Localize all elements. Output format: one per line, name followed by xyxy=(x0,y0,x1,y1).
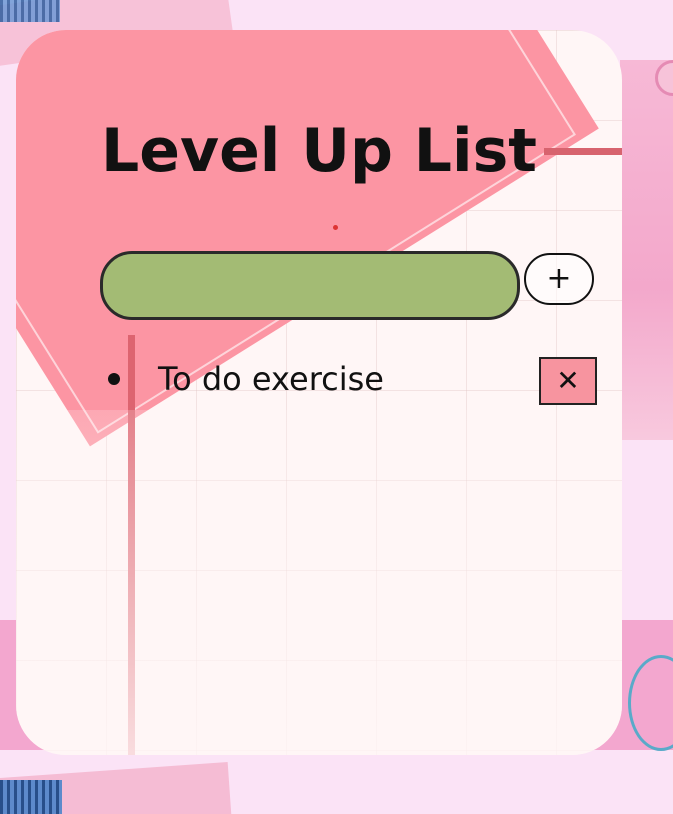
app-title: Level Up List xyxy=(101,116,537,186)
card-fade-overlay xyxy=(16,410,622,755)
todo-card: Level Up List + To do exercise ✕ xyxy=(16,30,622,755)
background-grid-swatch-bottom xyxy=(0,780,62,814)
task-item: To do exercise ✕ xyxy=(108,355,608,407)
bullet-icon xyxy=(108,373,120,385)
task-input[interactable] xyxy=(100,251,520,320)
task-text: To do exercise xyxy=(158,360,384,398)
add-task-button[interactable]: + xyxy=(524,253,594,305)
close-icon: ✕ xyxy=(556,364,580,397)
background-grid-swatch xyxy=(0,0,60,22)
plus-icon: + xyxy=(546,261,572,296)
background-pink-object xyxy=(620,60,673,440)
delete-task-button[interactable]: ✕ xyxy=(539,357,597,405)
decorative-dot xyxy=(333,225,338,230)
task-list: To do exercise ✕ xyxy=(108,355,608,407)
